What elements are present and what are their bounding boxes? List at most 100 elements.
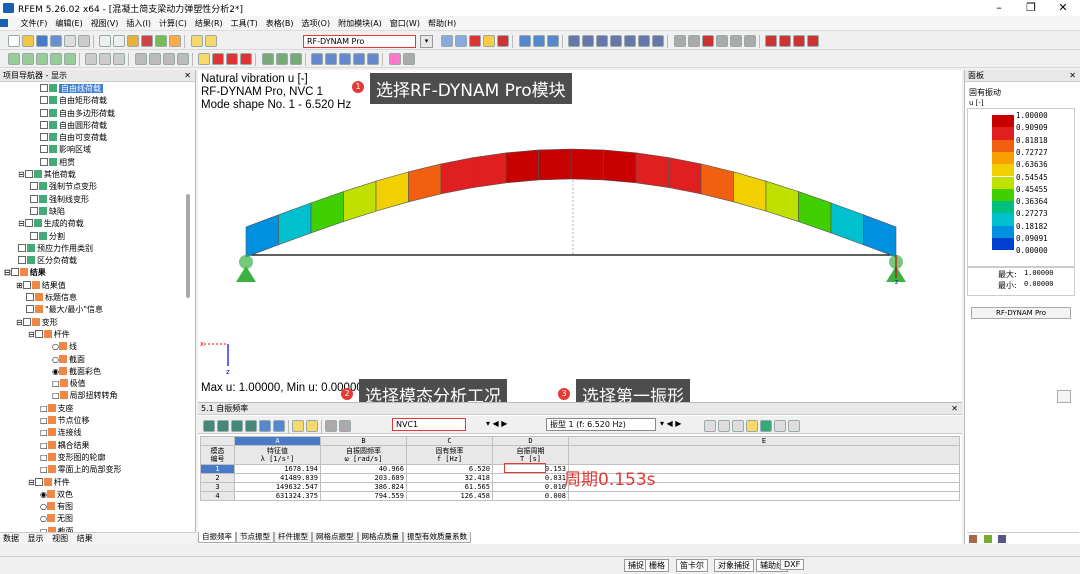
export-icon[interactable] bbox=[788, 420, 800, 432]
tree-item[interactable]: 区分负荷载 bbox=[0, 255, 186, 267]
table-cell[interactable]: 6.520 bbox=[406, 464, 493, 474]
values-icon[interactable] bbox=[226, 53, 239, 65]
menu-window[interactable]: 窗口(W) bbox=[386, 16, 424, 31]
tree-item[interactable]: 标题信息 bbox=[0, 292, 186, 304]
mirror-icon[interactable] bbox=[49, 53, 62, 65]
app-menu-icon[interactable] bbox=[0, 19, 8, 27]
minimize-button[interactable]: – bbox=[984, 0, 1014, 16]
excel-icon[interactable] bbox=[760, 420, 772, 432]
panel-icon[interactable] bbox=[204, 35, 217, 47]
tab-node-modes[interactable]: 节点振型 bbox=[236, 532, 274, 543]
tool-f-icon[interactable] bbox=[743, 35, 756, 47]
save-all-icon[interactable] bbox=[49, 35, 62, 47]
solid-icon[interactable] bbox=[624, 35, 637, 47]
edit-icon[interactable] bbox=[127, 35, 140, 47]
tree-item[interactable]: □ 耦合结果 bbox=[0, 440, 186, 452]
load-case-select[interactable]: NVC1 bbox=[392, 418, 466, 431]
view-x-icon[interactable] bbox=[148, 53, 161, 65]
table-tool-10-icon[interactable] bbox=[339, 420, 351, 432]
menu-file[interactable]: 文件(F) bbox=[17, 16, 52, 31]
folder-icon[interactable] bbox=[169, 35, 182, 47]
panel-tab-colors-icon[interactable] bbox=[969, 535, 977, 543]
table-cell[interactable]: 32.418 bbox=[406, 473, 493, 483]
move-icon[interactable] bbox=[21, 53, 34, 65]
table-tool-3-icon[interactable] bbox=[231, 420, 243, 432]
render-icon[interactable] bbox=[198, 53, 211, 65]
tree-item[interactable]: 缺陷 bbox=[0, 206, 186, 218]
nav-tab-display[interactable]: 显示 bbox=[28, 534, 44, 543]
tree-item[interactable]: 强制节点变形 bbox=[0, 181, 186, 193]
comment-icon[interactable] bbox=[367, 53, 380, 65]
tree-item[interactable]: ⊞ 结果值 bbox=[0, 280, 186, 292]
filter-icon[interactable] bbox=[240, 53, 253, 65]
tool-d-icon[interactable] bbox=[715, 35, 728, 47]
restore-button[interactable]: ❐ bbox=[1016, 0, 1046, 16]
navigator-close-icon[interactable]: ✕ bbox=[184, 70, 191, 82]
menu-edit[interactable]: 编辑(E) bbox=[51, 16, 86, 31]
select-tool-icon[interactable] bbox=[718, 420, 730, 432]
table-tool-6-icon[interactable] bbox=[273, 420, 285, 432]
transparent-icon[interactable] bbox=[289, 53, 302, 65]
tree-item[interactable]: ○ 线 bbox=[0, 341, 186, 353]
show-results-icon[interactable] bbox=[497, 35, 509, 47]
table-tool-1-icon[interactable] bbox=[203, 420, 215, 432]
load-icon[interactable] bbox=[793, 35, 806, 47]
module-select-dropdown-button[interactable]: ▾ bbox=[420, 35, 433, 48]
nav-tab-results[interactable]: 结果 bbox=[77, 534, 93, 543]
tool-b-icon[interactable] bbox=[687, 35, 700, 47]
tree-item[interactable]: 自由多边形荷载 bbox=[0, 108, 186, 120]
section-cut-icon[interactable] bbox=[311, 53, 324, 65]
tab-member-modes[interactable]: 杆件振型 bbox=[274, 532, 312, 543]
check-icon[interactable] bbox=[155, 35, 168, 47]
options-icon[interactable] bbox=[402, 53, 415, 65]
dimension-icon[interactable] bbox=[353, 53, 366, 65]
panel-close-icon[interactable]: ✕ bbox=[1069, 70, 1076, 82]
tree-item[interactable]: ○ 截面 bbox=[0, 354, 186, 366]
row-number[interactable]: 3 bbox=[200, 482, 235, 492]
zoom-tool-icon[interactable] bbox=[732, 420, 744, 432]
close-button[interactable]: ✕ bbox=[1048, 0, 1078, 16]
table-tool-2-icon[interactable] bbox=[217, 420, 229, 432]
menu-insert[interactable]: 插入(I) bbox=[122, 16, 155, 31]
scale-icon[interactable] bbox=[63, 53, 76, 65]
table-cell[interactable]: 203.689 bbox=[320, 473, 407, 483]
status-grid[interactable]: 栅格 bbox=[645, 559, 669, 572]
rf-dynam-pro-button[interactable]: RF-DYNAM Pro bbox=[971, 307, 1071, 319]
next-icon[interactable] bbox=[455, 35, 467, 47]
row-number[interactable]: 4 bbox=[200, 491, 235, 501]
view-z-icon[interactable] bbox=[176, 53, 189, 65]
menu-view[interactable]: 视图(V) bbox=[87, 16, 123, 31]
select-icon[interactable] bbox=[7, 53, 20, 65]
print-preview-icon[interactable] bbox=[77, 35, 90, 47]
table-cell[interactable]: 126.458 bbox=[406, 491, 493, 501]
tool-a-icon[interactable] bbox=[673, 35, 686, 47]
tree-item[interactable]: ⊟ 变形 bbox=[0, 317, 186, 329]
tree-item[interactable]: 自由圆形荷载 bbox=[0, 120, 186, 132]
tree-item[interactable]: ○ 无图 bbox=[0, 513, 186, 525]
print-table-icon[interactable] bbox=[774, 420, 786, 432]
tab-mesh-masses[interactable]: 网格点质量 bbox=[357, 532, 403, 543]
section-icon[interactable] bbox=[638, 35, 651, 47]
results-icon[interactable] bbox=[483, 35, 495, 47]
menu-table[interactable]: 表格(B) bbox=[262, 16, 298, 31]
moment-icon[interactable] bbox=[807, 35, 820, 47]
menu-results[interactable]: 结果(R) bbox=[191, 16, 227, 31]
table-close-icon[interactable]: ✕ bbox=[951, 403, 958, 415]
mode-select[interactable]: 振型 1 (f: 6.520 Hz) bbox=[546, 418, 656, 431]
table-cell[interactable]: 149632.547 bbox=[234, 482, 321, 492]
tree-item[interactable]: □ 节点位移 bbox=[0, 415, 186, 427]
mode-nav[interactable]: ▾ ◀ ▶ bbox=[660, 419, 681, 428]
tree-item[interactable]: 相贯 bbox=[0, 157, 186, 169]
material-icon[interactable] bbox=[652, 35, 665, 47]
tree-item[interactable]: 自由矩形荷载 bbox=[0, 95, 186, 107]
table-row[interactable]: 4 631324.375 794.559 126.458 0.008 bbox=[200, 491, 960, 501]
tree-item[interactable]: 强制线变形 bbox=[0, 194, 186, 206]
node-icon[interactable] bbox=[568, 35, 581, 47]
tree-item[interactable]: ○ 有图 bbox=[0, 501, 186, 513]
table-cell[interactable]: 41489.039 bbox=[234, 473, 321, 483]
wire-icon[interactable] bbox=[261, 53, 274, 65]
table-cell[interactable]: 61.565 bbox=[406, 482, 493, 492]
table-cell[interactable]: 40.966 bbox=[320, 464, 407, 474]
graphics-viewport[interactable]: Natural vibration u [-] RF-DYNAM Pro, NV… bbox=[198, 70, 962, 410]
snap-icon[interactable] bbox=[99, 53, 112, 65]
